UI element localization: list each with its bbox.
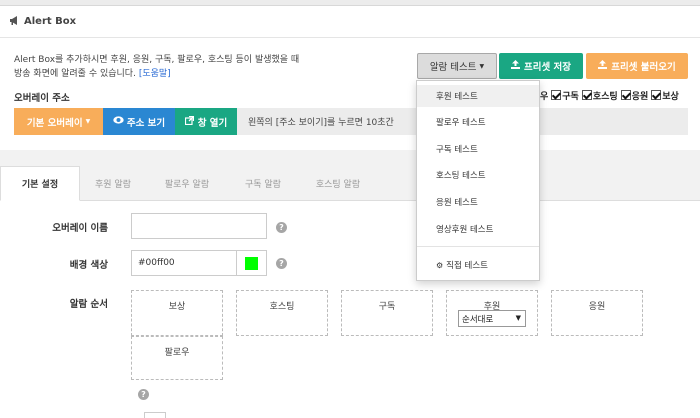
checkbox-checked-icon[interactable] bbox=[620, 90, 631, 100]
eye-icon bbox=[113, 116, 124, 127]
tab-label: 팔로우 알람 bbox=[164, 180, 210, 190]
checkbox-checked-icon[interactable] bbox=[551, 90, 562, 100]
order-item-follow[interactable]: 팔로우 bbox=[131, 336, 223, 380]
intro-text: Alert Box를 추가하시면 후원, 응원, 구독, 팔로우, 호스팅 등이… bbox=[14, 53, 414, 81]
order-item-label: 팔로우 bbox=[164, 348, 190, 358]
color-picker-button[interactable] bbox=[236, 250, 267, 276]
dropdown-item-label: 구독 테스트 bbox=[436, 145, 478, 155]
toggle-item[interactable]: 호스팅 bbox=[581, 89, 618, 102]
overlay-address-label: 오버레이 주소 bbox=[14, 93, 70, 104]
toggle-label: 보상 bbox=[662, 92, 679, 102]
panel-header: Alert Box bbox=[0, 6, 700, 38]
order-select-value: 순서대로 bbox=[462, 314, 494, 325]
toggle-label: 우 bbox=[540, 92, 549, 102]
external-link-icon bbox=[184, 115, 194, 128]
caret-down-icon: ▼ bbox=[479, 62, 485, 70]
panel-title: Alert Box bbox=[24, 16, 77, 27]
order-item-label: 보상 bbox=[168, 302, 186, 312]
tab-subscribe-alarm[interactable]: 구독 알람 bbox=[228, 166, 298, 201]
help-link[interactable]: [도움말] bbox=[139, 69, 171, 79]
view-address-label: 주소 보기 bbox=[126, 117, 166, 129]
dropdown-item-label: 후원 테스트 bbox=[436, 92, 478, 102]
overlay-name-label: 오버레이 이름 bbox=[52, 223, 108, 234]
upload-icon bbox=[598, 60, 608, 72]
basic-overlay-label: 기본 오버레이 bbox=[26, 117, 83, 129]
order-item-reward[interactable]: 보상 bbox=[131, 290, 223, 336]
help-icon[interactable]: ? bbox=[276, 258, 287, 269]
toggle-item[interactable]: 응원 bbox=[620, 89, 649, 102]
checkbox-checked-icon[interactable] bbox=[581, 90, 592, 100]
dropdown-item-hosting-test[interactable]: 호스팅 테스트 bbox=[417, 164, 539, 186]
bg-color-label: 배경 색상 bbox=[69, 260, 108, 271]
dropdown-item-cheer-test[interactable]: 응원 테스트 bbox=[417, 191, 539, 213]
upload-icon bbox=[510, 60, 520, 72]
caret-down-icon: ▼ bbox=[85, 118, 91, 125]
dropdown-item-direct-test[interactable]: ⚙ 직접 테스트 bbox=[417, 254, 539, 276]
tab-label: 기본 설정 bbox=[21, 180, 59, 190]
toggle-item[interactable]: 우 bbox=[540, 89, 548, 102]
order-item-label: 응원 bbox=[588, 302, 606, 312]
dropdown-item-label: 팔로우 테스트 bbox=[436, 118, 486, 128]
tab-follow-alarm[interactable]: 팔로우 알람 bbox=[146, 166, 228, 201]
dropdown-item-subscribe-test[interactable]: 구독 테스트 bbox=[417, 138, 539, 160]
bg-color-input[interactable]: #00ff00 bbox=[131, 250, 237, 276]
basic-overlay-button[interactable]: 기본 오버레이 ▼ bbox=[14, 108, 103, 135]
tab-label: 구독 알람 bbox=[245, 180, 281, 190]
tab-label: 후원 알람 bbox=[95, 180, 131, 190]
alarm-test-dropdown: 후원 테스트 팔로우 테스트 구독 테스트 호스팅 테스트 응원 테스트 영상후… bbox=[416, 80, 540, 281]
toggle-label: 호스팅 bbox=[592, 92, 618, 102]
intro-line-2: 방송 화면에 알려줄 수 있습니다. [도움말] bbox=[14, 67, 414, 81]
alarm-order-label: 알람 순서 bbox=[69, 299, 108, 310]
toggle-label: 구독 bbox=[562, 92, 579, 102]
checkbox-checked-icon[interactable] bbox=[651, 90, 662, 100]
order-item-label: 구독 bbox=[378, 302, 396, 312]
order-select[interactable]: 순서대로 ▼ bbox=[458, 310, 526, 327]
load-preset-label: 프리셋 불러오기 bbox=[611, 62, 676, 73]
open-window-button[interactable]: 창 열기 bbox=[175, 108, 237, 135]
dropdown-item-follow-test[interactable]: 팔로우 테스트 bbox=[417, 111, 539, 133]
alarm-test-label: 알람 테스트 bbox=[429, 62, 477, 73]
intro-line-1: Alert Box를 추가하시면 후원, 응원, 구독, 팔로우, 호스팅 등이… bbox=[14, 55, 300, 65]
dropdown-item-label: 호스팅 테스트 bbox=[436, 171, 486, 181]
tab-donation-alarm[interactable]: 후원 알람 bbox=[80, 166, 146, 201]
settings-tabs: 기본 설정 후원 알람 팔로우 알람 구독 알람 호스팅 알람 bbox=[0, 166, 700, 201]
alert-toggle-list: 우 구독 호스팅 응원 보상 bbox=[540, 89, 679, 102]
color-swatch bbox=[245, 256, 258, 270]
view-address-button[interactable]: 주소 보기 bbox=[103, 108, 175, 135]
toggle-label: 응원 bbox=[631, 92, 649, 102]
dropdown-item-video-donation-test[interactable]: 영상후원 테스트 bbox=[417, 218, 539, 240]
dropdown-divider bbox=[417, 246, 539, 247]
dropdown-item-label: 응원 테스트 bbox=[436, 198, 478, 208]
order-item-subscribe[interactable]: 구독 bbox=[341, 290, 433, 336]
tab-label: 호스팅 알람 bbox=[315, 180, 361, 190]
toggle-item[interactable]: 구독 bbox=[551, 89, 579, 102]
tab-basic-settings[interactable]: 기본 설정 bbox=[0, 166, 80, 201]
dropdown-item-donation-test[interactable]: 후원 테스트 bbox=[417, 85, 539, 107]
order-item-label: 호스팅 bbox=[269, 302, 295, 312]
save-preset-label: 프리셋 저장 bbox=[523, 62, 571, 73]
dropdown-item-label: 직접 테스트 bbox=[446, 261, 488, 271]
save-preset-button[interactable]: 프리셋 저장 bbox=[499, 53, 583, 79]
caret-down-icon: ▼ bbox=[515, 314, 521, 322]
alarm-test-button[interactable]: 알람 테스트 ▼ bbox=[417, 53, 497, 79]
help-icon[interactable]: ? bbox=[276, 222, 287, 233]
address-hint-text: 왼쪽의 [주소 보이기]를 누르면 10초간 bbox=[248, 118, 394, 128]
open-window-label: 창 열기 bbox=[197, 117, 228, 129]
partial-input[interactable] bbox=[144, 412, 166, 418]
order-item-cheer[interactable]: 응원 bbox=[551, 290, 643, 336]
intro-line-2-text: 방송 화면에 알려줄 수 있습니다. bbox=[14, 69, 136, 79]
toggle-item[interactable]: 보상 bbox=[651, 89, 679, 102]
megaphone-icon bbox=[10, 15, 20, 28]
tab-hosting-alarm[interactable]: 호스팅 알람 bbox=[298, 166, 378, 201]
gear-icon: ⚙ bbox=[436, 260, 444, 270]
load-preset-button[interactable]: 프리셋 불러오기 bbox=[586, 53, 688, 79]
order-item-hosting[interactable]: 호스팅 bbox=[236, 290, 328, 336]
overlay-name-input[interactable] bbox=[131, 213, 267, 239]
dropdown-item-label: 영상후원 테스트 bbox=[436, 225, 494, 235]
help-icon[interactable]: ? bbox=[138, 389, 149, 400]
